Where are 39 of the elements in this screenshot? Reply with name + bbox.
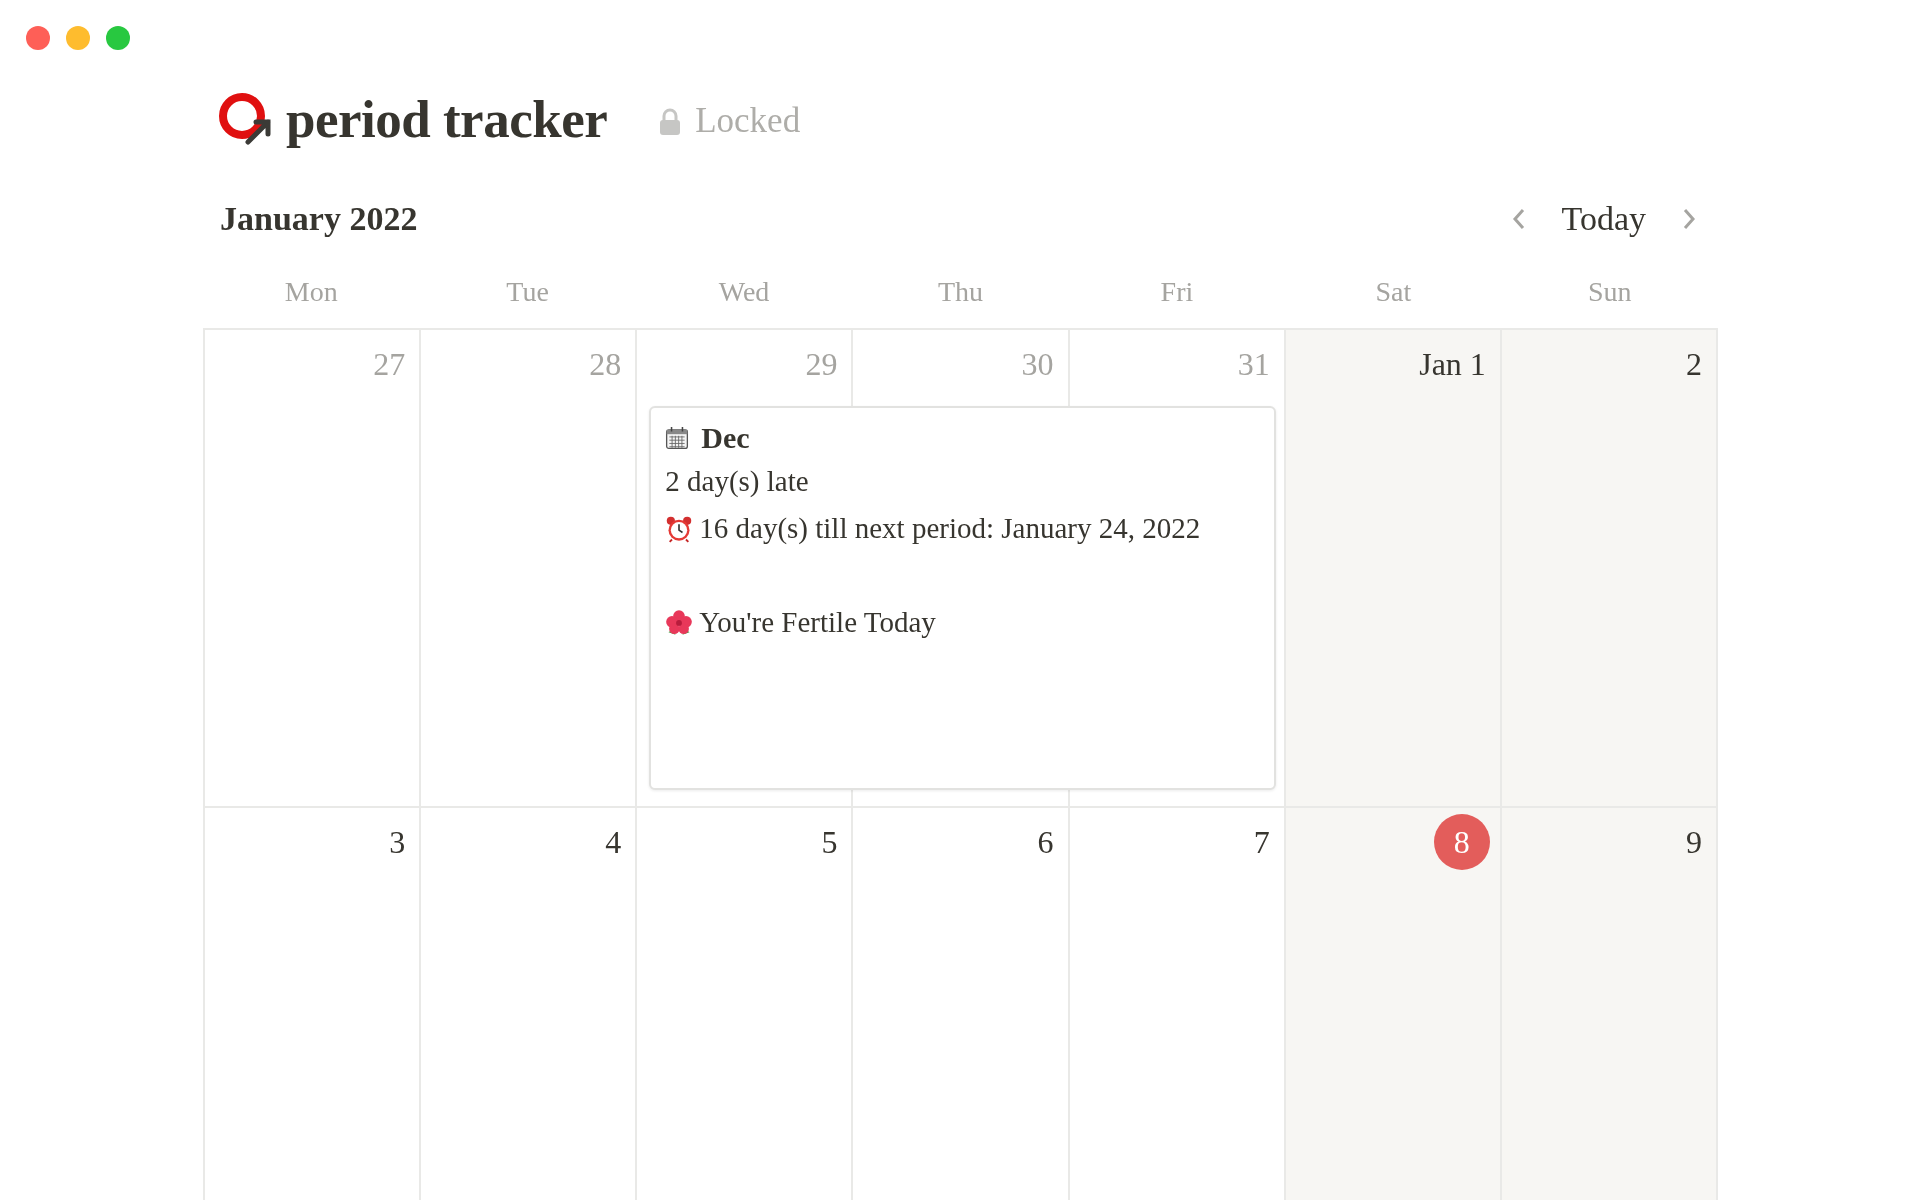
calendar-icon [665,426,690,450]
flower-icon [665,608,694,637]
event-text: 16 day(s) till next period: January 24, 2022 [699,512,1201,545]
close-button[interactable] [26,26,50,50]
alarm-clock-icon [665,514,694,543]
weekday-label: Wed [718,276,770,308]
day-number: 29 [805,345,838,384]
weekday-label: Fri [1160,276,1194,308]
locked-label: Locked [695,101,801,141]
today-button[interactable]: Today [1557,200,1650,238]
day-number: Jan 1 [1419,345,1486,384]
day-number: 6 [1037,823,1054,862]
minimize-button[interactable] [66,26,90,50]
day-number: 31 [1237,345,1270,384]
maximize-button[interactable] [106,26,130,50]
month-title: January 2022 [220,200,418,238]
weekday-label: Mon [284,276,338,308]
day-number: 4 [605,823,622,862]
event-text: You're Fertile Today [699,606,936,639]
chevron-left-icon [1511,207,1526,231]
day-number: 5 [821,823,838,862]
event-text: 2 day(s) late [665,465,809,498]
weekday-label: Thu [937,276,984,308]
page-title: period tracker [286,89,608,149]
day-number: 9 [1686,823,1702,862]
day-number: 2 [1686,345,1702,384]
ring-arrow-logo-icon [218,92,272,146]
lock-icon [659,107,682,137]
day-number: 27 [373,345,406,384]
chevron-right-icon [1682,207,1696,231]
weekday-label: Tue [506,276,549,308]
day-number: 28 [589,345,622,384]
day-number: 30 [1021,345,1054,384]
weekday-label: Sat [1375,276,1412,308]
day-number: 3 [389,823,406,862]
weekday-label: Sun [1588,276,1632,308]
event-title: Dec [701,421,750,455]
day-number: 7 [1253,823,1270,862]
event-card[interactable]: Dec 2 day(s) late 16 day(s) till next period: January 24, 2022 You're Fertile Today [649,406,1276,790]
